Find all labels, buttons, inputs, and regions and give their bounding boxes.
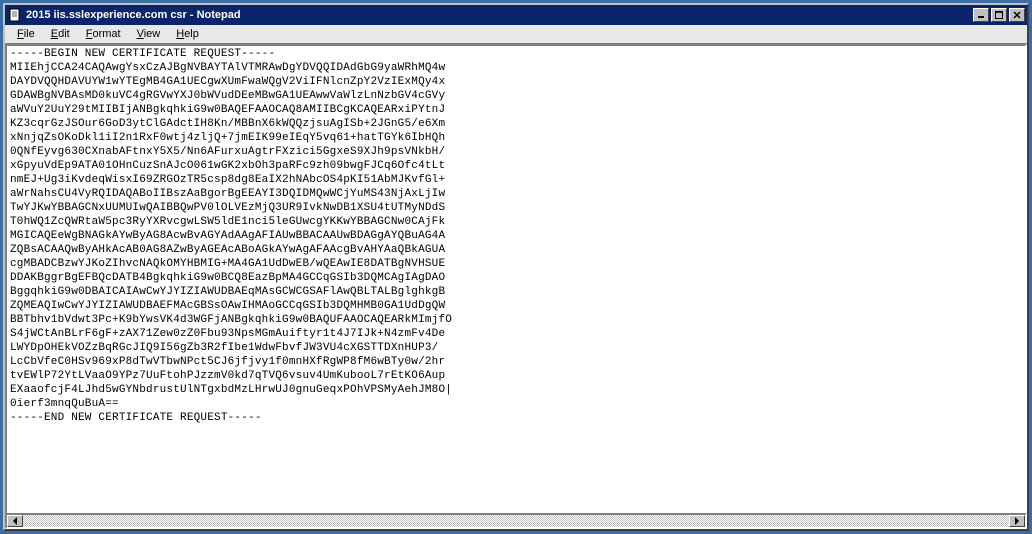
menubar: File Edit Format View Help xyxy=(5,25,1027,44)
notepad-icon xyxy=(7,7,23,23)
scroll-left-button[interactable] xyxy=(7,515,23,527)
menu-help[interactable]: Help xyxy=(168,26,207,42)
horizontal-scrollbar[interactable] xyxy=(5,513,1027,529)
menu-edit[interactable]: Edit xyxy=(43,26,78,42)
hscroll-track[interactable] xyxy=(23,515,1009,527)
text-editor[interactable]: -----BEGIN NEW CERTIFICATE REQUEST----- … xyxy=(5,44,1027,515)
close-button[interactable] xyxy=(1009,8,1025,22)
notepad-window: 2015 iis.sslexperience.com csr - Notepad… xyxy=(3,3,1029,531)
titlebar[interactable]: 2015 iis.sslexperience.com csr - Notepad xyxy=(5,5,1027,25)
content-area: -----BEGIN NEW CERTIFICATE REQUEST----- … xyxy=(5,44,1027,529)
maximize-button[interactable] xyxy=(991,8,1007,22)
minimize-button[interactable] xyxy=(973,8,989,22)
menu-view[interactable]: View xyxy=(129,26,169,42)
window-title: 2015 iis.sslexperience.com csr - Notepad xyxy=(26,9,971,21)
menu-file[interactable]: File xyxy=(9,26,43,42)
scroll-right-button[interactable] xyxy=(1009,515,1025,527)
menu-format[interactable]: Format xyxy=(78,26,129,42)
